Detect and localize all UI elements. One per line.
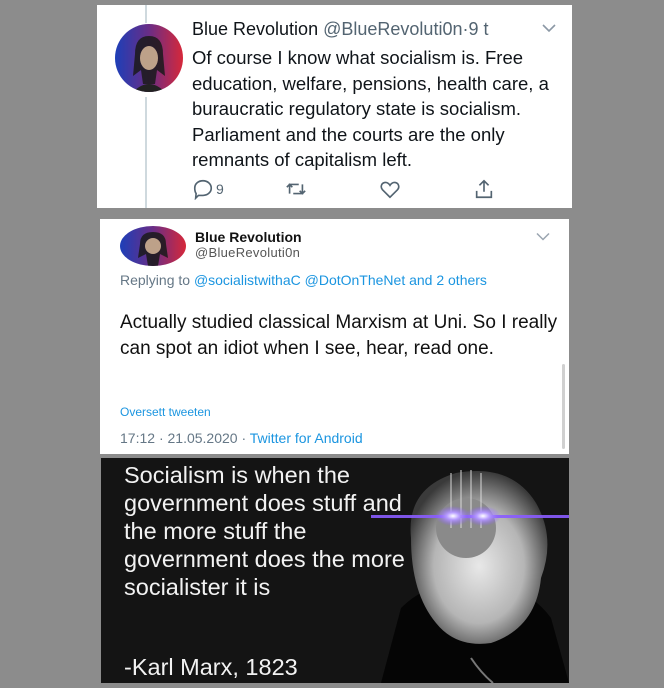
tweet-actions: 9	[192, 178, 552, 202]
tweet-date: 21.05.2020	[167, 430, 238, 446]
timestamp[interactable]: 9 t	[468, 19, 488, 39]
reply-count: 9	[216, 181, 224, 197]
thread-line-bottom	[145, 97, 147, 208]
like-button[interactable]	[379, 178, 401, 200]
like-icon	[380, 181, 400, 199]
tweet-time: 17:12	[120, 430, 156, 446]
avatar[interactable]	[115, 24, 183, 92]
avatar[interactable]	[120, 226, 186, 266]
meta-separator: ·	[158, 430, 164, 446]
replying-to-users[interactable]: @socialistwithaC @DotOnTheNet and 2 othe…	[194, 272, 487, 288]
retweet-icon	[286, 183, 306, 195]
display-name[interactable]: Blue Revolution	[192, 19, 318, 39]
tweet-source-link[interactable]: Twitter for Android	[250, 430, 363, 446]
reply-icon	[193, 179, 213, 200]
meme-quote: Socialism is when the government does st…	[124, 462, 405, 600]
meta-separator: ·	[241, 430, 247, 446]
meme-attribution: -Karl Marx, 1823	[124, 654, 298, 680]
tweet-meta: 17:12 · 21.05.2020 · Twitter for Android	[120, 430, 363, 446]
share-icon	[475, 179, 493, 199]
handle[interactable]: @BlueRevoluti0n	[323, 19, 462, 39]
tweet-header: Blue Revolution @BlueRevoluti0n·9 t	[192, 19, 488, 40]
chevron-down-icon[interactable]	[542, 23, 556, 33]
tweet-card-1[interactable]: Blue Revolution @BlueRevoluti0n·9 t Of c…	[97, 5, 572, 208]
avatar-image	[120, 226, 186, 266]
tweet-text: Of course I know what socialism is. Free…	[192, 47, 549, 170]
scrollbar[interactable]	[562, 364, 565, 449]
tweet-card-2[interactable]: Blue Revolution @BlueRevoluti0n Replying…	[100, 219, 569, 454]
translate-tweet-link[interactable]: Oversett tweeten	[120, 405, 211, 419]
laser-eye-right-icon	[465, 506, 501, 526]
avatar-image	[115, 24, 183, 92]
meme-image: Socialism is when the government does st…	[101, 458, 569, 683]
replying-to: Replying to @socialistwithaC @DotOnTheNe…	[120, 271, 550, 289]
share-button[interactable]	[473, 178, 495, 200]
display-name[interactable]: Blue Revolution	[195, 229, 302, 245]
tweet-text: Actually studied classical Marxism at Un…	[120, 312, 558, 359]
chevron-down-icon[interactable]	[536, 232, 550, 241]
thread-line-top	[145, 5, 147, 23]
reply-button[interactable]: 9	[192, 178, 224, 200]
handle[interactable]: @BlueRevoluti0n	[195, 245, 300, 260]
replying-to-label: Replying to	[120, 272, 191, 288]
retweet-button[interactable]	[285, 178, 307, 200]
